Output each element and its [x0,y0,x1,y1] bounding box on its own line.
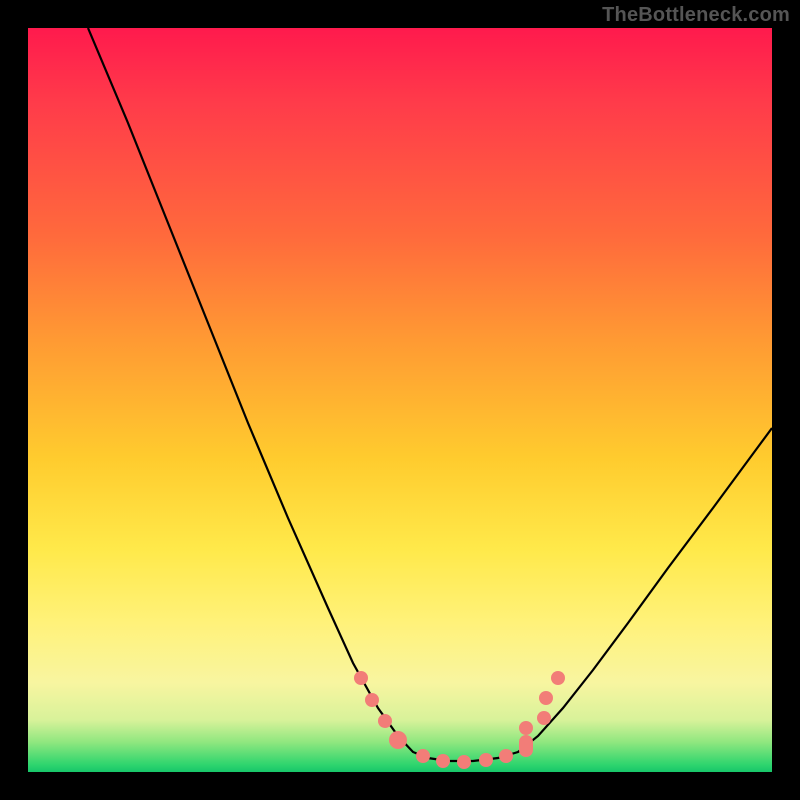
data-marker [389,731,407,749]
data-marker [354,671,368,685]
data-marker [551,671,565,685]
data-marker [499,749,513,763]
plot-area [28,28,772,772]
data-marker [479,753,493,767]
data-marker [416,749,430,763]
data-marker [436,754,450,768]
curve-path [88,28,772,761]
data-marker [519,721,533,735]
data-marker [537,711,551,725]
bottleneck-curve [28,28,772,772]
data-marker [457,755,471,769]
data-marker [519,735,533,757]
outer-frame: TheBottleneck.com [0,0,800,800]
data-marker [539,691,553,705]
data-marker [365,693,379,707]
watermark-text: TheBottleneck.com [602,4,790,27]
data-marker [378,714,392,728]
